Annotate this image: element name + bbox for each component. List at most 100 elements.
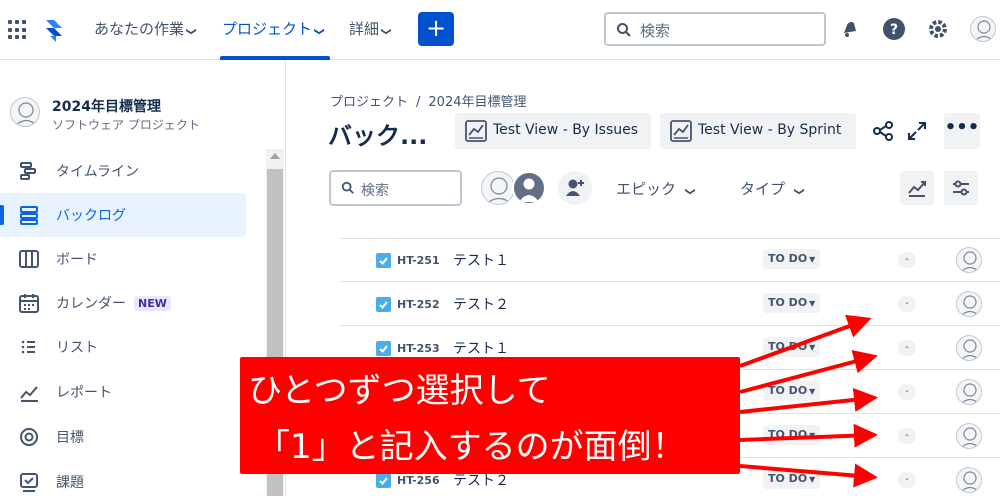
jira-logo-icon[interactable]: [42, 16, 66, 44]
issue-summary[interactable]: テスト２: [453, 294, 509, 314]
page-title: バック...: [328, 122, 428, 150]
filter-avatar-user[interactable]: [481, 171, 515, 205]
sidebar-item-label: レポート: [56, 385, 112, 401]
issue-status-dropdown[interactable]: TO DO ▼: [763, 469, 821, 489]
chevron-down-icon: ▼: [809, 299, 816, 308]
type-filter-dropdown[interactable]: タイプ ❯: [740, 178, 805, 199]
nav-projects[interactable]: プロジェクト ❯: [222, 18, 325, 39]
view-by-sprint-button[interactable]: Test View - By Sprint: [660, 113, 856, 149]
settings-gear-icon[interactable]: [926, 17, 950, 41]
project-avatar[interactable]: [10, 97, 40, 127]
reports-icon: [20, 386, 38, 402]
app-switcher-icon[interactable]: [8, 20, 28, 40]
project-name[interactable]: 2024年目標管理: [52, 96, 161, 116]
nav-more[interactable]: 詳細 ❯: [349, 18, 392, 39]
sidebar-item-label: ボード: [56, 252, 98, 268]
notifications-icon[interactable]: [838, 17, 862, 41]
sidebar-item-label: 課題: [56, 475, 84, 491]
sidebar-item-calendar[interactable]: カレンダー NEW: [0, 281, 246, 325]
goals-icon: [20, 428, 38, 446]
issue-type-task-icon: [376, 341, 391, 356]
sidebar-item-goals[interactable]: 目標: [0, 415, 246, 459]
epic-filter-dropdown[interactable]: エピック ❯: [616, 178, 696, 199]
story-points-field[interactable]: -: [898, 252, 916, 268]
sidebar-item-timeline[interactable]: タイムライン: [0, 149, 246, 193]
issue-summary[interactable]: テスト１: [453, 250, 509, 270]
type-filter-label: タイプ: [740, 180, 786, 198]
chevron-down-icon: ❯: [185, 27, 197, 36]
chevron-down-icon: ▼: [809, 387, 816, 396]
issue-status-dropdown[interactable]: TO DO ▼: [763, 293, 821, 313]
issue-status-label: TO DO: [768, 340, 808, 353]
nav-more-label: 詳細: [349, 20, 380, 38]
sidebar-item-issues[interactable]: 課題: [0, 460, 246, 496]
assignee-avatar[interactable]: [956, 379, 982, 405]
backlog-search-input[interactable]: 検索: [329, 170, 462, 206]
story-points-field[interactable]: -: [898, 340, 916, 356]
issue-key[interactable]: HT-252: [397, 298, 440, 311]
active-indicator: [0, 205, 4, 225]
issue-status-dropdown[interactable]: TO DO ▼: [763, 381, 821, 401]
board-icon: [19, 250, 39, 268]
story-points-field[interactable]: -: [898, 428, 916, 444]
sidebar-item-board[interactable]: ボード: [0, 237, 246, 281]
issue-status-dropdown[interactable]: TO DO ▼: [763, 425, 821, 445]
issue-status-label: TO DO: [768, 384, 808, 397]
sidebar-item-reports[interactable]: レポート: [0, 370, 246, 414]
user-avatar[interactable]: [970, 16, 996, 42]
story-points-field[interactable]: -: [898, 472, 916, 488]
issue-row[interactable]: HT-251 テスト１ TO DO ▼ -: [340, 238, 1000, 282]
scroll-up-arrow-icon[interactable]: [270, 153, 280, 159]
nav-your-work[interactable]: あなたの作業 ❯: [94, 18, 197, 39]
view-settings-button[interactable]: [944, 171, 978, 205]
assignee-avatar[interactable]: [956, 335, 982, 361]
annotation-line-2: 「1」と記入するのが面倒！: [256, 427, 686, 467]
assignee-avatar[interactable]: [956, 291, 982, 317]
breadcrumb: プロジェクト / 2024年目標管理: [330, 91, 527, 110]
sidebar-item-backlog[interactable]: バックログ: [0, 193, 246, 237]
issue-key[interactable]: HT-253: [397, 342, 440, 355]
backlog-search-placeholder: 検索: [361, 183, 389, 199]
issue-key[interactable]: HT-256: [397, 474, 440, 487]
issue-status-dropdown[interactable]: TO DO ▼: [763, 249, 821, 269]
global-search-input[interactable]: 検索: [604, 12, 826, 46]
issue-type-task-icon: [376, 297, 391, 312]
more-actions-button[interactable]: •••: [944, 113, 980, 149]
breadcrumb-projects[interactable]: プロジェクト: [330, 95, 408, 110]
sidebar-item-list[interactable]: リスト: [0, 325, 246, 369]
chevron-down-icon: ▼: [809, 431, 816, 440]
issue-status-label: TO DO: [768, 296, 808, 309]
nav-your-work-label: あなたの作業: [94, 20, 185, 38]
view-by-issues-button[interactable]: Test View - By Issues: [455, 113, 651, 149]
insights-button[interactable]: [900, 171, 934, 205]
chevron-down-icon: ❯: [684, 187, 696, 196]
assignee-avatar[interactable]: [956, 423, 982, 449]
view-chart-icon: [465, 120, 487, 142]
epic-filter-label: エピック: [616, 180, 677, 198]
issue-summary[interactable]: テスト１: [453, 338, 509, 358]
story-points-field[interactable]: -: [898, 296, 916, 312]
issue-row[interactable]: HT-252 テスト２ TO DO ▼ -: [340, 282, 1000, 326]
create-button[interactable]: +: [418, 12, 454, 46]
issue-status-dropdown[interactable]: TO DO ▼: [763, 337, 821, 357]
issue-status-label: TO DO: [768, 252, 808, 265]
breadcrumb-project[interactable]: 2024年目標管理: [428, 95, 526, 110]
top-navigation: あなたの作業 ❯ プロジェクト ❯ 詳細 ❯ + 検索 ?: [0, 0, 1000, 60]
chevron-down-icon: ❯: [793, 187, 805, 196]
story-points-field[interactable]: -: [898, 384, 916, 400]
view-chart-icon: [670, 120, 692, 142]
annotation-line-1: ひとつずつ選択して: [248, 371, 551, 411]
new-badge: NEW: [134, 296, 171, 311]
sidebar-item-label: タイムライン: [56, 164, 140, 180]
assignee-avatar[interactable]: [956, 247, 982, 273]
issues-icon: [20, 473, 38, 492]
issue-key[interactable]: HT-251: [397, 254, 440, 267]
share-icon[interactable]: [872, 120, 894, 142]
fullscreen-icon[interactable]: [906, 120, 928, 142]
add-people-button[interactable]: [558, 171, 592, 205]
filter-avatar-unassigned[interactable]: [512, 171, 546, 205]
breadcrumb-separator: /: [416, 95, 421, 110]
help-icon[interactable]: ?: [882, 17, 906, 41]
sidebar-item-label: 目標: [56, 430, 84, 446]
assignee-avatar[interactable]: [956, 467, 982, 493]
